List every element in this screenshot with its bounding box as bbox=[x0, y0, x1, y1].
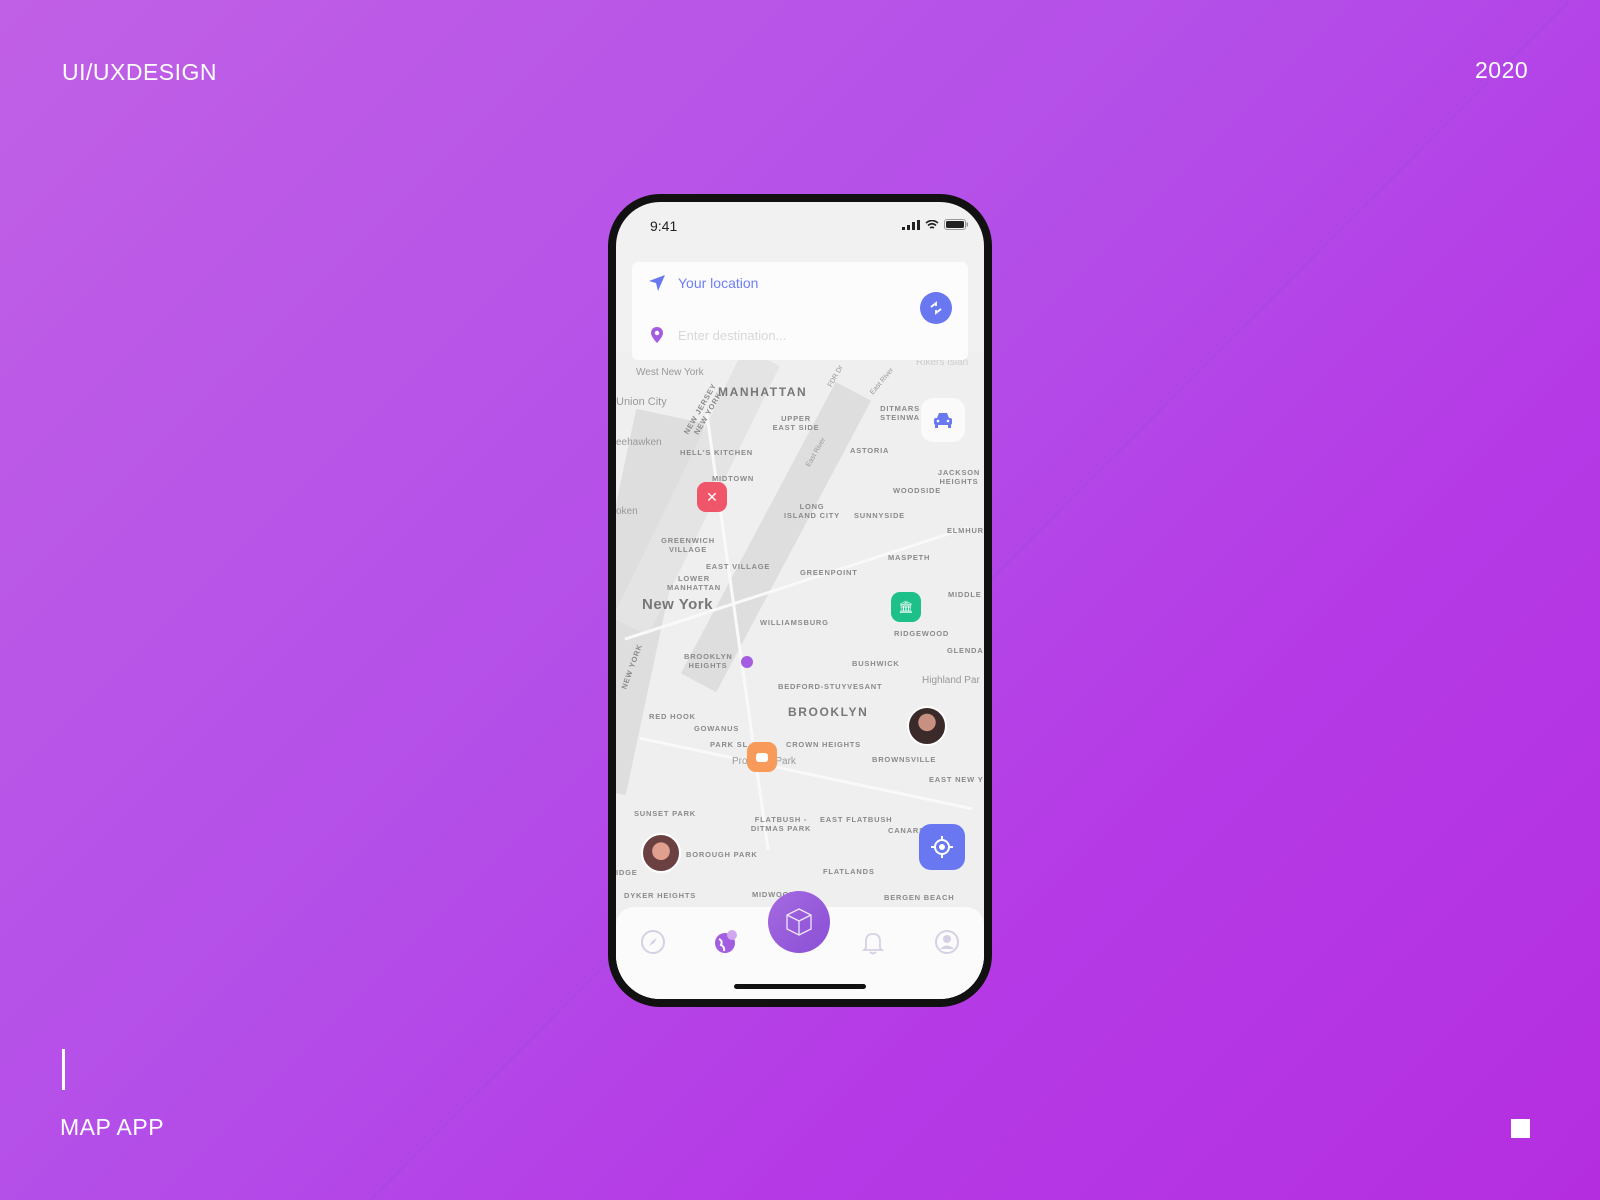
map-label: BUSHWICK bbox=[852, 659, 900, 668]
map-label: CROWN HEIGHTS bbox=[786, 740, 861, 749]
map-label: MASPETH bbox=[888, 553, 931, 562]
map-label: oken bbox=[616, 506, 638, 517]
compass-icon[interactable] bbox=[640, 929, 666, 955]
museum-icon: 🏛 bbox=[898, 600, 914, 614]
map-label: FLATBUSH - DITMAS PARK bbox=[750, 815, 812, 833]
header-left-label: UI/UXDESIGN bbox=[62, 59, 218, 85]
map-label: BROOKLYN HEIGHTS bbox=[684, 652, 733, 670]
square-marker bbox=[1511, 1119, 1530, 1138]
map-label: MIDDLE bbox=[948, 590, 982, 599]
map-label: BEDFORD-STUYVESANT bbox=[778, 682, 883, 691]
explore-globe-icon[interactable] bbox=[713, 929, 739, 955]
map-label: WILLIAMSBURG bbox=[760, 618, 829, 627]
map-label: DYKER HEIGHTS bbox=[624, 891, 697, 900]
location-pin-icon bbox=[651, 327, 663, 343]
map-label: EAST FLATBUSH bbox=[820, 815, 893, 824]
status-icons bbox=[902, 219, 968, 230]
wifi-icon bbox=[925, 219, 939, 229]
signal-icon bbox=[902, 219, 920, 230]
museum-pin[interactable]: 🏛 bbox=[891, 592, 921, 622]
map-label: ELMHUR bbox=[947, 526, 984, 535]
map-label: JACKSON HEIGHTS bbox=[937, 468, 981, 486]
map-label: Highland Par bbox=[922, 675, 980, 686]
crosshair-icon bbox=[931, 836, 953, 858]
friend-avatar[interactable] bbox=[907, 706, 947, 746]
map-label: GREENWICH VILLAGE bbox=[661, 536, 715, 554]
status-time: 9:41 bbox=[650, 218, 678, 234]
phone-screen: West New York Union City eehawken oken R… bbox=[616, 202, 984, 999]
map-label: GLENDA bbox=[947, 646, 984, 655]
bottom-nav bbox=[616, 891, 984, 999]
map-label: FLATLANDS bbox=[823, 867, 875, 876]
accent-bar bbox=[62, 1049, 65, 1090]
restaurant-pin[interactable]: ✕ bbox=[697, 482, 727, 512]
route-search-panel: Your location Enter destination... bbox=[632, 262, 968, 360]
map-label: HELL'S KITCHEN bbox=[680, 448, 753, 457]
map-label: UPPER EAST SIDE bbox=[772, 414, 820, 432]
map-label: GOWANUS bbox=[694, 724, 740, 733]
map-label: BROWNSVILLE bbox=[872, 755, 937, 764]
friend-avatar[interactable] bbox=[641, 833, 681, 873]
map-label: West New York bbox=[636, 367, 704, 378]
origin-field[interactable]: Your location bbox=[648, 274, 758, 292]
battery-icon bbox=[944, 219, 968, 230]
swap-icon bbox=[930, 301, 942, 315]
fork-knife-icon: ✕ bbox=[706, 488, 718, 505]
map-label: eehawken bbox=[616, 437, 662, 448]
bell-icon[interactable] bbox=[860, 929, 886, 955]
home-indicator[interactable] bbox=[734, 984, 866, 989]
map-label: BERGEN BEACH bbox=[884, 893, 955, 902]
map-label: SUNSET PARK bbox=[634, 809, 696, 818]
car-mode-button[interactable] bbox=[921, 398, 965, 442]
current-location-dot bbox=[741, 656, 753, 668]
destination-field[interactable]: Enter destination... bbox=[648, 326, 786, 344]
map-label: SUNNYSIDE bbox=[854, 511, 905, 520]
ar-cube-button[interactable] bbox=[768, 891, 830, 953]
map-label: EAST NEW Y bbox=[929, 775, 984, 784]
map-label: EAST VILLAGE bbox=[706, 562, 771, 571]
phone-frame: West New York Union City eehawken oken R… bbox=[608, 194, 992, 1007]
map-label: BOROUGH PARK bbox=[686, 850, 758, 859]
map-label: ASTORIA bbox=[850, 446, 890, 455]
car-icon bbox=[934, 413, 952, 428]
map-label: DITMARS STEINWA bbox=[880, 404, 920, 422]
destination-input[interactable]: Enter destination... bbox=[678, 328, 786, 343]
presentation-background: UI/UXDESIGN 2020 MAP APP West New York U… bbox=[0, 0, 1600, 1200]
chat-pin[interactable] bbox=[747, 742, 777, 772]
map-label: GREENPOINT bbox=[800, 568, 858, 577]
profile-icon[interactable] bbox=[934, 929, 960, 955]
map-label: RIDGEWOOD bbox=[894, 629, 950, 638]
map-label: MANHATTAN bbox=[718, 385, 808, 399]
map-label: New York bbox=[642, 596, 713, 613]
swap-route-button[interactable] bbox=[920, 292, 952, 324]
map-label: RED HOOK bbox=[649, 712, 696, 721]
map-label: LONG ISLAND CITY bbox=[784, 502, 840, 520]
map-label: IDGE bbox=[616, 868, 638, 877]
cube-icon bbox=[786, 908, 812, 936]
origin-value: Your location bbox=[678, 275, 759, 291]
map-label: LOWER MANHATTAN bbox=[667, 574, 721, 592]
footer-title: MAP APP bbox=[60, 1114, 165, 1140]
recenter-button[interactable] bbox=[919, 824, 965, 870]
map-label: PARK SL bbox=[710, 740, 748, 749]
chat-bubble-icon bbox=[756, 752, 768, 762]
map-label: Union City bbox=[616, 396, 667, 408]
header-year: 2020 bbox=[1475, 57, 1529, 83]
map-label: WOODSIDE bbox=[893, 486, 942, 495]
navigation-arrow-icon bbox=[649, 275, 665, 291]
map-label: BROOKLYN bbox=[788, 705, 869, 719]
